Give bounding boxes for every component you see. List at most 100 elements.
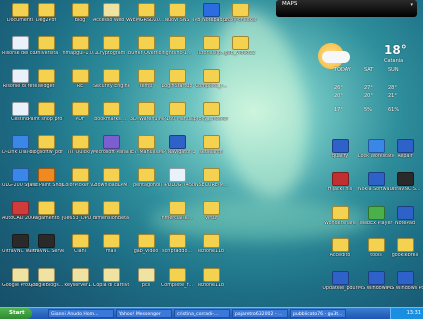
maps-title: MAPS xyxy=(282,1,298,7)
desktop-icon-48[interactable]: nmercial_e... xyxy=(159,201,195,233)
icon-48-label: nmercial_e... xyxy=(161,216,193,221)
desktop-icon-13[interactable]: tightvnc-1... xyxy=(159,36,195,68)
desktop-icon-3[interactable]: Accesso Web Vulnerabil... xyxy=(93,3,129,35)
taskbar-item-1[interactable]: Yahoo! Messenger xyxy=(116,309,172,318)
icon-49-label: viruz xyxy=(205,216,217,221)
desktop-icon-1[interactable]: Deg2Pdf xyxy=(28,3,64,35)
desktop-icon-75[interactable]: gooklebrell xyxy=(387,238,423,270)
desktop-icon-28[interactable]: MP160 Manual ... xyxy=(159,102,195,134)
desktop-icon-66[interactable]: Repair xyxy=(387,139,423,171)
icon-37-graphic xyxy=(11,168,29,182)
icon-62-label: Complete_F... xyxy=(160,283,194,288)
icon-75-label: gooklebrell xyxy=(391,253,419,258)
icon-45-label: Pagamento xyxy=(32,216,60,221)
desktop-icon-42[interactable]: ITIPDLOG 7458 xyxy=(159,168,195,200)
desktop-icon-47[interactable]: dimensionBeta.Bacy+PhotoP... xyxy=(93,201,129,233)
start-button[interactable]: Start xyxy=(0,308,32,319)
desktop-icon-24[interactable]: Paint shop pro 9 + Crack xyxy=(28,102,64,134)
desktop-icon-60[interactable]: Copia di cattivo xyxy=(93,268,129,300)
desktop-icon-7[interactable]: proxy-checker xyxy=(222,3,258,35)
icon-67-graphic xyxy=(331,172,349,186)
desktop-icon-33[interactable]: Microsoft Parallels Star... xyxy=(93,135,129,167)
desktop-icon-64[interactable]: qualify xyxy=(322,139,358,171)
desktop-icon-9[interactable]: Universita xyxy=(28,36,64,68)
desktop-icon-40[interactable]: downloadLPM xyxy=(93,168,129,200)
desktop-icon-29[interactable]: proxy_checker xyxy=(193,102,229,134)
desktop-icon-45[interactable]: Pagamento xyxy=(28,201,64,233)
taskbar-item-label-2: cristina_corradi-... xyxy=(177,312,219,317)
desktop-icon-70[interactable]: Wondershare xyxy=(322,206,358,238)
desktop-icon-76[interactable]: Updatele_pdur xyxy=(322,271,358,303)
icon-42-graphic xyxy=(168,168,186,182)
icon-70-graphic xyxy=(331,206,349,220)
desktop-icon-63[interactable]: lezione11b xyxy=(193,268,229,300)
icon-15-label: gab_video22 xyxy=(224,51,256,56)
desktop-icon-72[interactable]: NotePad xyxy=(387,206,423,238)
icon-56-graphic xyxy=(202,234,220,248)
icon-31-graphic xyxy=(37,135,55,149)
icon-7-label: proxy-checker xyxy=(223,18,257,23)
weather-gadget[interactable]: 18° Catania TODAY SAT SUN 26° 27° 28° 20… xyxy=(316,35,414,121)
icon-53-graphic xyxy=(102,234,120,248)
maps-gadget[interactable]: MAPS ▾ xyxy=(276,0,417,17)
icon-20-graphic xyxy=(137,69,155,83)
desktop-icon-62[interactable]: Complete_F... xyxy=(159,268,195,300)
desktop-icon-22[interactable]: Complete_F... xyxy=(193,69,229,101)
icon-52-graphic xyxy=(71,234,89,248)
icon-12-graphic xyxy=(137,36,155,50)
desktop-icon-73[interactable]: Accedito xyxy=(322,238,358,270)
desktop-icon-55[interactable]: scriptaddo... xyxy=(159,234,195,266)
icon-49-graphic xyxy=(202,201,220,215)
day-1: SAT xyxy=(364,67,374,73)
desktop-icon-58[interactable]: GoogleBlogs... xyxy=(28,268,64,300)
icon-60-graphic xyxy=(102,268,120,282)
desktop-icon-56[interactable]: lezione11b xyxy=(193,234,229,266)
icon-15-graphic xyxy=(231,36,249,50)
desktop-icon-21[interactable]: LoginStartup xyxy=(159,69,195,101)
desktop-icon-11[interactable]: Cryptogram xyxy=(93,36,129,68)
taskbar-item-0[interactable]: Gianni Anudo Hom... xyxy=(48,309,114,318)
icon-21-label: LoginStartup xyxy=(161,84,193,89)
icon-75-graphic xyxy=(396,238,414,252)
icon-10-graphic xyxy=(71,36,89,50)
desktop-icon-36[interactable]: setsearch xyxy=(193,135,229,167)
icon-66-label: Repair xyxy=(397,154,413,159)
taskbar-item-2[interactable]: cristina_corradi-... xyxy=(174,309,230,318)
desktop-icon-51[interactable]: UltraVNC Server xyxy=(28,234,64,266)
clock: 13:31 xyxy=(406,310,421,316)
desktop-icon-69[interactable]: UltraVNC S... xyxy=(387,172,423,204)
desktop-icon-26[interactable]: bookmarks_... xyxy=(93,102,129,134)
taskbar-item-label-0: Gianni Anudo Hom... xyxy=(51,312,99,317)
desktop-icon-35[interactable]: MP Navigator 3.0 xyxy=(159,135,195,167)
desktop-icon-31[interactable]: Blogsoftw_pdf xyxy=(28,135,64,167)
desktop-icon-5[interactable]: Nuovi SNS xyxy=(159,3,195,35)
icon-23-graphic xyxy=(11,102,29,116)
icon-22-label: Complete_F... xyxy=(194,84,228,89)
taskbar-item-label-1: Yahoo! Messenger xyxy=(119,312,161,317)
desktop-icon-78[interactable]: MS Windows Powershell xyxy=(387,271,423,303)
icon-58-graphic xyxy=(37,268,55,282)
taskbar-item-3[interactable]: pajaretro632002 - ... xyxy=(232,309,288,318)
desktop-icon-19[interactable]: Security Engineering xyxy=(93,69,129,101)
icon-19-label: Security Engineering xyxy=(93,84,129,89)
icon-2-graphic xyxy=(71,3,89,17)
icon-17-graphic xyxy=(37,69,55,83)
desktop-icon-15[interactable]: gab_video22 xyxy=(222,36,258,68)
icon-51-label: UltraVNC Server xyxy=(28,249,64,254)
icon-25-graphic xyxy=(71,102,89,116)
desktop-icon-49[interactable]: viruz xyxy=(193,201,229,233)
desktop-icon-67[interactable]: HijackThis xyxy=(322,172,358,204)
desktop-icon-38[interactable]: Jasc Paint Shop Pro 9 xyxy=(28,168,64,200)
weather-temp: 18° xyxy=(384,43,407,57)
icon-76-label: Updatele_pdur xyxy=(322,286,358,291)
desktop-icon-53[interactable]: mall xyxy=(93,234,129,266)
icon-18-graphic xyxy=(71,69,89,83)
desktop-icon-17[interactable]: Widget xyxy=(28,69,64,101)
system-tray: 13:31 xyxy=(390,308,423,319)
gadget-close-icon[interactable]: ▾ xyxy=(410,2,413,8)
icon-66-graphic xyxy=(396,139,414,153)
icon-5-label: Nuovi SNS xyxy=(164,18,190,23)
taskbar-item-4[interactable]: pubblicato76 - gu3t... xyxy=(290,309,346,318)
desktop-icon-43[interactable]: INSECURE-M... xyxy=(193,168,229,200)
icon-13-label: tightvnc-1... xyxy=(162,51,192,56)
